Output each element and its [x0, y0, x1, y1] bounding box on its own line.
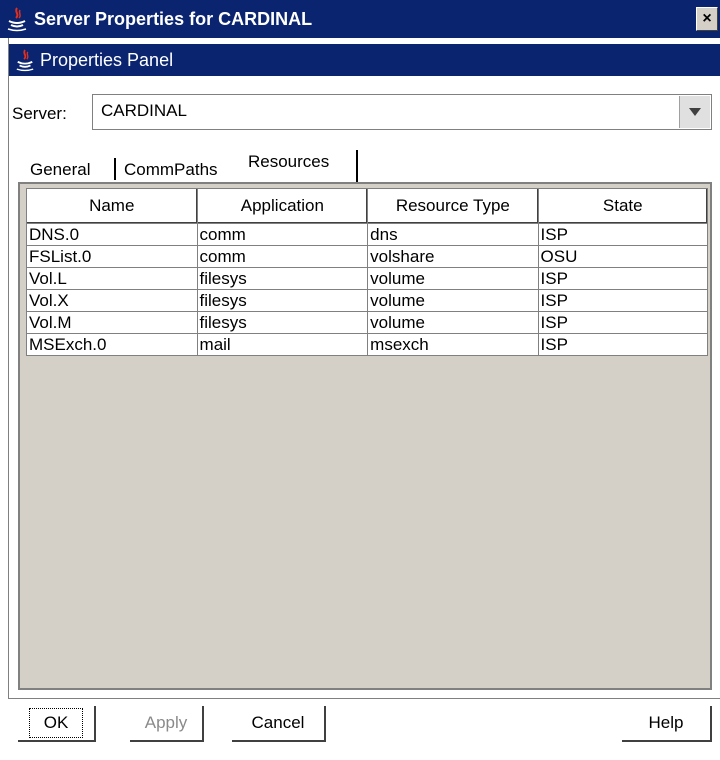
- chevron-down-icon: [689, 108, 701, 116]
- cell-name: FSList.0: [26, 245, 198, 268]
- cell-state: ISP: [537, 223, 709, 246]
- panel-header: Properties Panel: [9, 44, 720, 76]
- tab-divider: [356, 150, 358, 182]
- cell-resource-type: volshare: [367, 245, 539, 268]
- window-titlebar: Server Properties for CARDINAL ×: [0, 0, 720, 38]
- tab-commpaths[interactable]: CommPaths: [124, 160, 218, 180]
- cell-state: ISP: [537, 311, 709, 334]
- cell-resource-type: volume: [367, 289, 539, 312]
- ok-button[interactable]: OK: [18, 706, 96, 742]
- cell-application: mail: [196, 333, 369, 356]
- java-icon: [7, 7, 27, 32]
- table-row[interactable]: Vol.L filesys volume ISP: [26, 267, 709, 290]
- cell-state: ISP: [537, 267, 709, 290]
- close-button[interactable]: ×: [696, 7, 718, 31]
- cell-state: OSU: [537, 245, 709, 268]
- help-button[interactable]: Help: [622, 706, 712, 742]
- table-row[interactable]: Vol.M filesys volume ISP: [26, 311, 709, 334]
- tab-resources[interactable]: Resources: [248, 152, 329, 172]
- cell-application: comm: [196, 223, 369, 246]
- column-header-application[interactable]: Application: [196, 188, 369, 224]
- server-label: Server:: [12, 104, 67, 123]
- cell-resource-type: volume: [367, 311, 539, 334]
- cancel-button[interactable]: Cancel: [232, 706, 326, 742]
- tab-general[interactable]: General: [30, 160, 90, 180]
- cell-name: DNS.0: [26, 223, 198, 246]
- cell-name: MSExch.0: [26, 333, 198, 356]
- apply-button[interactable]: Apply: [130, 706, 204, 742]
- column-header-name[interactable]: Name: [26, 188, 198, 224]
- cell-resource-type: dns: [367, 223, 539, 246]
- tab-divider: [114, 158, 116, 180]
- cell-state: ISP: [537, 333, 709, 356]
- cell-application: filesys: [196, 311, 369, 334]
- cell-application: comm: [196, 245, 369, 268]
- table-row[interactable]: FSList.0 comm volshare OSU: [26, 245, 709, 268]
- cell-name: Vol.M: [26, 311, 198, 334]
- table-row[interactable]: Vol.X filesys volume ISP: [26, 289, 709, 312]
- java-icon: [16, 49, 34, 72]
- table-row[interactable]: DNS.0 comm dns ISP: [26, 223, 709, 246]
- cell-resource-type: msexch: [367, 333, 539, 356]
- cell-name: Vol.L: [26, 267, 198, 290]
- cell-name: Vol.X: [26, 289, 198, 312]
- cell-state: ISP: [537, 289, 709, 312]
- ok-button-label: OK: [28, 708, 84, 738]
- table-row[interactable]: MSExch.0 mail msexch ISP: [26, 333, 709, 356]
- server-value: CARDINAL: [101, 101, 187, 120]
- close-icon: ×: [702, 10, 712, 27]
- window-title: Server Properties for CARDINAL: [34, 8, 313, 29]
- server-select[interactable]: CARDINAL: [92, 94, 712, 130]
- cell-application: filesys: [196, 289, 369, 312]
- cell-application: filesys: [196, 267, 369, 290]
- dropdown-button[interactable]: [679, 96, 710, 128]
- column-header-resource-type[interactable]: Resource Type: [367, 188, 539, 224]
- cell-resource-type: volume: [367, 267, 539, 290]
- resources-table-container: Name Application Resource Type State DNS…: [18, 182, 712, 690]
- panel-title: Properties Panel: [40, 49, 174, 70]
- table-header-row: Name Application Resource Type State: [26, 188, 709, 224]
- resources-table: Name Application Resource Type State DNS…: [26, 188, 709, 356]
- column-header-state[interactable]: State: [537, 188, 709, 224]
